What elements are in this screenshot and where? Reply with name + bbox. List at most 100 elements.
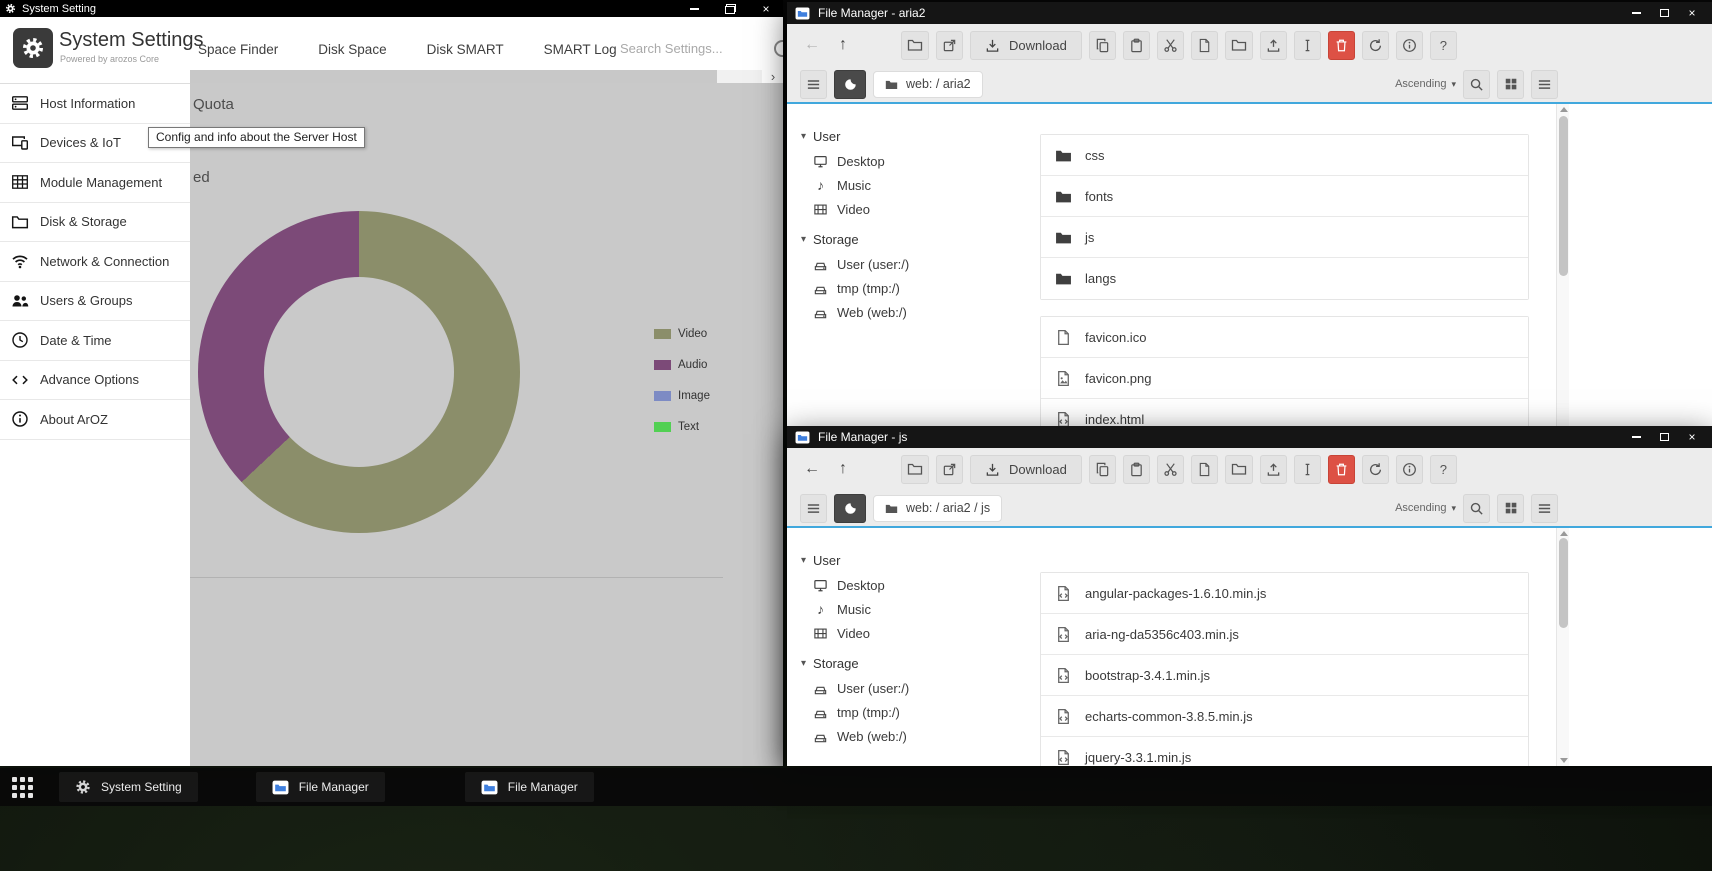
grid-view-button[interactable] xyxy=(1497,494,1524,523)
maximize-button[interactable] xyxy=(1652,426,1676,448)
info-button[interactable] xyxy=(1396,31,1423,60)
new-file-button[interactable] xyxy=(1191,455,1218,484)
tree-item-web-drive[interactable]: Web (web:/) xyxy=(801,724,1037,748)
vertical-scrollbar[interactable] xyxy=(1556,528,1569,766)
dark-mode-toggle[interactable] xyxy=(834,494,866,523)
tree-section-storage[interactable]: ▾ Storage xyxy=(801,651,1037,676)
dark-mode-toggle[interactable] xyxy=(834,70,866,99)
sort-dropdown[interactable]: Ascending ▾ xyxy=(1395,78,1456,90)
scrollbar-thumb[interactable] xyxy=(190,70,717,83)
tree-item-desktop[interactable]: Desktop xyxy=(801,149,1037,173)
file-manager-titlebar[interactable]: File Manager - aria2 × xyxy=(787,2,1712,24)
help-button[interactable]: ? xyxy=(1430,31,1457,60)
breadcrumb[interactable]: web: / aria2 / js xyxy=(873,495,1002,522)
tree-item-user-drive[interactable]: User (user:/) xyxy=(801,676,1037,700)
file-row-angular[interactable]: angular-packages-1.6.10.min.js xyxy=(1041,573,1528,614)
scroll-down-arrow[interactable] xyxy=(1560,758,1568,763)
sidebar-item-module-management[interactable]: Module Management xyxy=(0,163,190,203)
file-row-jquery[interactable]: jquery-3.3.1.min.js xyxy=(1041,737,1528,766)
new-folder-button[interactable] xyxy=(1225,455,1253,484)
upload-button[interactable] xyxy=(1260,455,1287,484)
file-row-css[interactable]: css xyxy=(1041,135,1528,176)
sidebar-item-about-aroz[interactable]: About ArOZ xyxy=(0,400,190,440)
tree-item-tmp-drive[interactable]: tmp (tmp:/) xyxy=(801,276,1037,300)
restore-button[interactable] xyxy=(715,0,745,17)
scroll-up-arrow[interactable] xyxy=(1560,107,1568,112)
new-folder-button[interactable] xyxy=(1225,31,1253,60)
tree-section-user[interactable]: ▾ User xyxy=(801,124,1037,149)
file-row-aria-ng[interactable]: aria-ng-da5356c403.min.js xyxy=(1041,614,1528,655)
tab-disk-space[interactable]: Disk Space xyxy=(318,42,386,57)
tab-disk-smart[interactable]: Disk SMART xyxy=(427,42,504,57)
grid-view-button[interactable] xyxy=(1497,70,1524,99)
tree-item-tmp-drive[interactable]: tmp (tmp:/) xyxy=(801,700,1037,724)
tree-item-user-drive[interactable]: User (user:/) xyxy=(801,252,1037,276)
cut-button[interactable] xyxy=(1157,31,1184,60)
settings-search-input[interactable] xyxy=(620,41,755,56)
tree-item-music[interactable]: ♪ Music xyxy=(801,597,1037,621)
close-button[interactable]: × xyxy=(1680,426,1704,448)
download-button[interactable]: Download xyxy=(970,31,1082,60)
file-row-langs[interactable]: langs xyxy=(1041,258,1528,299)
open-folder-button[interactable] xyxy=(901,31,929,60)
back-button[interactable]: ← xyxy=(800,455,824,484)
sidebar-item-advance-options[interactable]: Advance Options xyxy=(0,361,190,401)
minimize-button[interactable] xyxy=(1624,2,1648,24)
new-file-button[interactable] xyxy=(1191,31,1218,60)
cut-button[interactable] xyxy=(1157,455,1184,484)
open-folder-button[interactable] xyxy=(901,455,929,484)
delete-button[interactable] xyxy=(1328,455,1355,484)
refresh-button[interactable] xyxy=(1362,31,1389,60)
tree-section-storage[interactable]: ▾ Storage xyxy=(801,227,1037,252)
close-button[interactable]: × xyxy=(1680,2,1704,24)
rename-button[interactable] xyxy=(1294,31,1321,60)
open-in-new-button[interactable] xyxy=(936,455,963,484)
up-button[interactable]: ↑ xyxy=(831,455,855,484)
file-row-favicon-ico[interactable]: favicon.ico xyxy=(1041,317,1528,358)
delete-button[interactable] xyxy=(1328,31,1355,60)
open-in-new-button[interactable] xyxy=(936,31,963,60)
taskbar-item-file-manager-2[interactable]: File Manager xyxy=(465,772,594,802)
tree-item-music[interactable]: ♪ Music xyxy=(801,173,1037,197)
scrollbar-thumb[interactable] xyxy=(1559,538,1568,628)
tree-item-video[interactable]: Video xyxy=(801,621,1037,645)
tab-space-finder[interactable]: Space Finder xyxy=(198,42,278,57)
sidebar-item-disk-storage[interactable]: Disk & Storage xyxy=(0,203,190,243)
list-view-button[interactable] xyxy=(1531,70,1558,99)
maximize-button[interactable] xyxy=(1652,2,1676,24)
back-button[interactable]: ← xyxy=(800,31,824,60)
file-row-bootstrap[interactable]: bootstrap-3.4.1.min.js xyxy=(1041,655,1528,696)
apps-menu-icon[interactable] xyxy=(12,777,33,798)
tree-section-user[interactable]: ▾ User xyxy=(801,548,1037,573)
search-button[interactable] xyxy=(1463,70,1490,99)
file-row-fonts[interactable]: fonts xyxy=(1041,176,1528,217)
system-settings-titlebar[interactable]: System Setting × xyxy=(0,0,783,17)
paste-button[interactable] xyxy=(1123,31,1150,60)
file-row-favicon-png[interactable]: favicon.png xyxy=(1041,358,1528,399)
list-view-button[interactable] xyxy=(1531,494,1558,523)
minimize-button[interactable] xyxy=(679,0,709,17)
minimize-button[interactable] xyxy=(1624,426,1648,448)
upload-button[interactable] xyxy=(1260,31,1287,60)
paste-button[interactable] xyxy=(1123,455,1150,484)
sidebar-item-host-information[interactable]: Host Information xyxy=(0,84,190,124)
search-button[interactable] xyxy=(1463,494,1490,523)
file-row-js[interactable]: js xyxy=(1041,217,1528,258)
file-manager-titlebar[interactable]: File Manager - js × xyxy=(787,426,1712,448)
rename-button[interactable] xyxy=(1294,455,1321,484)
close-button[interactable]: × xyxy=(751,0,781,17)
up-button[interactable]: ↑ xyxy=(831,31,855,60)
scrollbar-thumb[interactable] xyxy=(1559,116,1568,276)
tree-item-desktop[interactable]: Desktop xyxy=(801,573,1037,597)
sidebar-item-users-groups[interactable]: Users & Groups xyxy=(0,282,190,322)
file-row-echarts[interactable]: echarts-common-3.8.5.min.js xyxy=(1041,696,1528,737)
tabs-scrollbar[interactable] xyxy=(190,70,762,83)
tree-item-video[interactable]: Video xyxy=(801,197,1037,221)
download-button[interactable]: Download xyxy=(970,455,1082,484)
refresh-button[interactable] xyxy=(1362,455,1389,484)
sidebar-item-date-time[interactable]: Date & Time xyxy=(0,321,190,361)
taskbar-item-system-setting[interactable]: System Setting xyxy=(59,772,198,802)
scroll-up-arrow[interactable] xyxy=(1560,531,1568,536)
copy-button[interactable] xyxy=(1089,455,1116,484)
menu-button[interactable] xyxy=(800,494,827,523)
